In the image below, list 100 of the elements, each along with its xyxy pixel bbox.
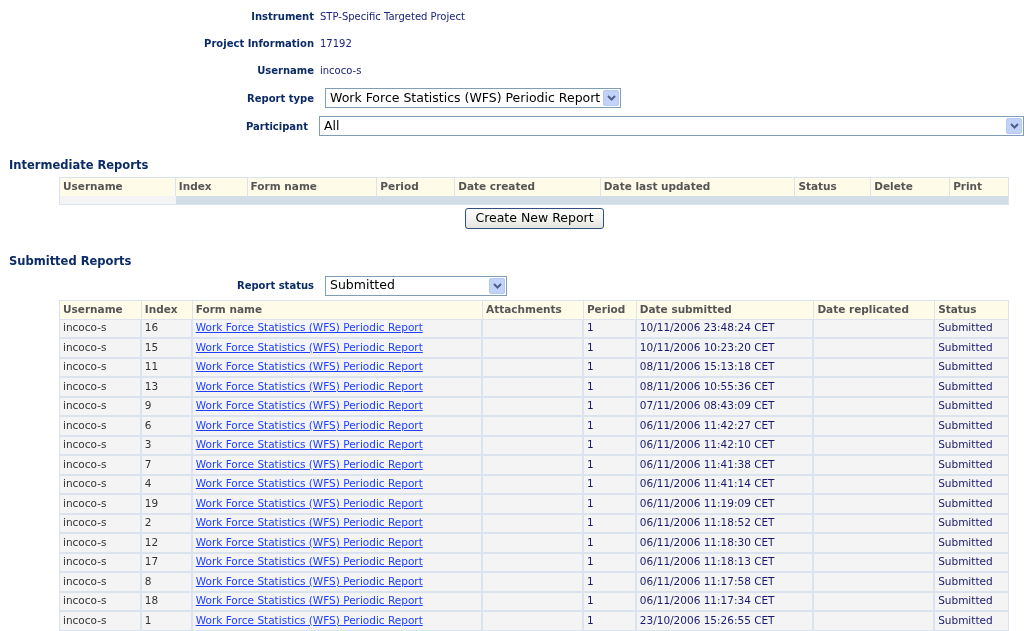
table-cell: 1	[583, 339, 637, 357]
field-label: Username	[256, 64, 315, 78]
form-link[interactable]: Work Force Statistics (WFS) Periodic Report	[195, 320, 423, 337]
field-label: Report status	[235, 279, 315, 293]
form-link[interactable]: Work Force Statistics (WFS) Periodic Report	[195, 437, 423, 454]
table-cell: 1	[583, 534, 637, 552]
column-header: Attachments	[483, 300, 584, 319]
report-status-select[interactable]: Submitted	[325, 275, 507, 296]
table-cell-text: Submitted	[937, 398, 994, 414]
column-header: Period	[583, 300, 637, 319]
table-cell: 1	[583, 573, 637, 591]
form-link[interactable]: Work Force Statistics (WFS) Periodic Report	[195, 339, 423, 356]
table-cell-text: Submitted	[937, 476, 994, 492]
table-cell: 12	[141, 534, 193, 552]
table-cell: 06/11/2006 11:18:30 CET	[636, 534, 815, 552]
table-cell-text: Submitted	[937, 612, 994, 628]
form-link[interactable]: Work Force Statistics (WFS) Periodic Report	[195, 573, 423, 590]
table-cell: 6	[141, 417, 193, 435]
table-cell: 1	[583, 495, 637, 513]
table-cell: 11	[141, 358, 193, 376]
form-link[interactable]: Work Force Statistics (WFS) Periodic Report	[195, 398, 423, 415]
table-cell: incoco-s	[60, 319, 142, 337]
table-cell-text: Submitted	[937, 437, 994, 453]
table-cell: incoco-s	[60, 397, 142, 415]
table-cell: 1	[583, 456, 637, 474]
form-link[interactable]: Work Force Statistics (WFS) Periodic Report	[195, 554, 423, 571]
table-cell-text: Submitted	[937, 378, 994, 394]
form-link[interactable]: Work Force Statistics (WFS) Periodic Report	[195, 417, 423, 434]
create-report-button[interactable]: Create New Report	[465, 208, 604, 230]
table-cell: 1	[583, 358, 637, 376]
section-title: Intermediate Reports	[9, 157, 149, 174]
field-label: Project Information	[203, 37, 315, 51]
table-cell-text: Submitted	[937, 359, 994, 375]
field-value: 17192	[319, 37, 352, 51]
form-link[interactable]: Work Force Statistics (WFS) Periodic Report	[195, 593, 423, 610]
table-cell-text: Submitted	[937, 515, 994, 531]
table-cell: 07/11/2006 08:43:09 CET	[636, 397, 815, 415]
table-cell: 06/11/2006 11:18:13 CET	[636, 553, 815, 571]
table-cell: 16	[141, 319, 193, 337]
table-cell: 1	[583, 378, 637, 396]
field-label: Participant	[244, 119, 309, 134]
table-cell: 1	[141, 612, 193, 630]
table-cell: 1	[583, 475, 637, 493]
table-cell: incoco-s	[60, 456, 142, 474]
caret-icon	[1006, 118, 1022, 134]
field-label: Instrument	[250, 10, 315, 24]
table-cell: incoco-s	[60, 534, 142, 552]
table-cell-text: Submitted	[937, 417, 994, 433]
form-link[interactable]: Work Force Statistics (WFS) Periodic Report	[195, 534, 423, 551]
table-cell: 3	[141, 436, 193, 454]
form-link[interactable]: Work Force Statistics (WFS) Periodic Report	[195, 359, 423, 376]
table-cell: 06/11/2006 11:42:27 CET	[636, 417, 815, 435]
form-link[interactable]: Work Force Statistics (WFS) Periodic Report	[195, 378, 423, 395]
table-cell-text: Submitted	[937, 534, 994, 550]
table-cell: 06/11/2006 11:18:52 CET	[636, 514, 815, 532]
form-link[interactable]: Work Force Statistics (WFS) Periodic Report	[195, 495, 423, 512]
column-header: Index	[141, 300, 193, 319]
table-cell: 06/11/2006 11:17:58 CET	[636, 573, 815, 591]
form-link[interactable]: Work Force Statistics (WFS) Periodic Report	[195, 515, 423, 532]
column-header: Date replicated	[814, 300, 936, 319]
table-cell: 10/11/2006 23:48:24 CET	[636, 319, 815, 337]
table-cell: incoco-s	[60, 592, 142, 610]
table-cell: 9	[141, 397, 193, 415]
table-cell-text: Submitted	[937, 554, 994, 570]
table-cell: 17	[141, 553, 193, 571]
table-cell: 06/11/2006 11:19:09 CET	[636, 495, 815, 513]
table-cell: 1	[583, 514, 637, 532]
table-cell-text: Submitted	[937, 339, 994, 355]
table-cell: incoco-s	[60, 417, 142, 435]
table-cell: 06/11/2006 11:41:38 CET	[636, 456, 815, 474]
table-cell: incoco-s	[60, 436, 142, 454]
table-cell: 23/10/2006 15:26:55 CET	[636, 612, 815, 630]
form-link[interactable]: Work Force Statistics (WFS) Periodic Report	[195, 612, 423, 629]
table-cell: incoco-s	[60, 573, 142, 591]
caret-icon	[603, 90, 619, 106]
table-cell: 1	[583, 612, 637, 630]
column-header: Print	[952, 179, 984, 195]
table-cell: 7	[141, 456, 193, 474]
table-cell: 10/11/2006 10:23:20 CET	[636, 339, 815, 357]
table-cell: 4	[141, 475, 193, 493]
table-cell-text: Submitted	[937, 456, 994, 472]
form-link[interactable]: Work Force Statistics (WFS) Periodic Report	[195, 456, 423, 473]
column-header: Username	[60, 300, 142, 319]
table-cell: 19	[141, 495, 193, 513]
table-cell-text: Submitted	[937, 573, 994, 589]
table-cell: 1	[583, 397, 637, 415]
column-header: Form name	[192, 300, 484, 319]
table-cell: 8	[141, 573, 193, 591]
table-cell: 18	[141, 592, 193, 610]
table-cell-text: Submitted	[937, 593, 994, 609]
participant-select[interactable]: All	[319, 116, 1024, 136]
report-type-select[interactable]: Work Force Statistics (WFS) Periodic Report	[325, 88, 621, 108]
section-title: Submitted Reports	[9, 253, 132, 271]
table-cell: 06/11/2006 11:41:14 CET	[636, 475, 815, 493]
table-cell-text: Submitted	[937, 320, 994, 336]
form-link[interactable]: Work Force Statistics (WFS) Periodic Report	[195, 476, 423, 493]
table-cell: incoco-s	[60, 339, 142, 357]
table-cell: 06/11/2006 11:17:34 CET	[636, 592, 815, 610]
table-cell: 08/11/2006 10:55:36 CET	[636, 378, 815, 396]
field-value: STP-Specific Targeted Project	[319, 10, 465, 24]
